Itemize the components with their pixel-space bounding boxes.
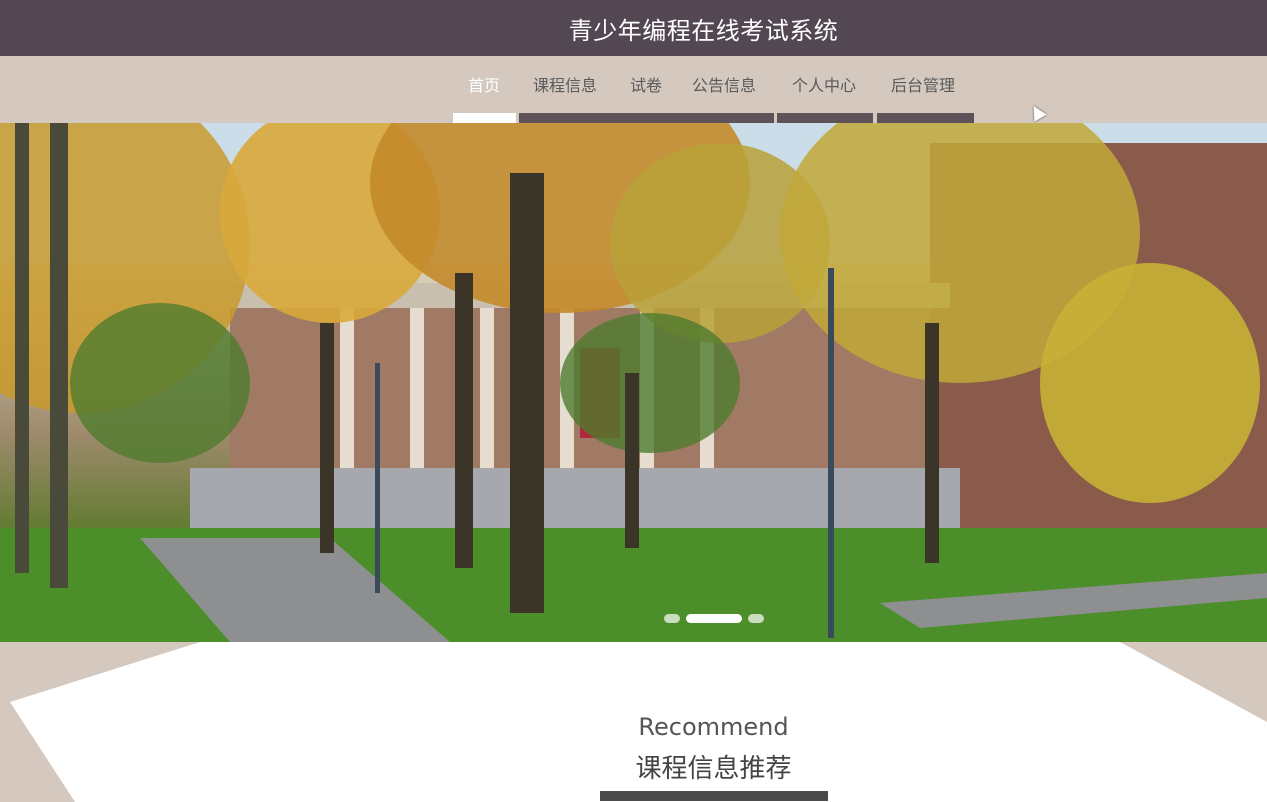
site-header: 青少年编程在线考试系统 bbox=[0, 0, 1267, 56]
nav-item-exams[interactable]: 试卷 bbox=[630, 72, 662, 96]
recommend-title-en: Recommend bbox=[638, 713, 789, 741]
nav-item-home[interactable]: 首页 bbox=[468, 72, 500, 96]
nav-indicator-admin bbox=[877, 113, 974, 123]
site-title: 青少年编程在线考试系统 bbox=[568, 16, 839, 45]
nav-item-notices[interactable]: 公告信息 bbox=[692, 72, 756, 96]
banner-carousel[interactable] bbox=[0, 123, 1267, 642]
nav-item-profile[interactable]: 个人中心 bbox=[792, 72, 856, 96]
recommend-underline bbox=[600, 791, 828, 801]
banner-image bbox=[0, 123, 1267, 642]
nav-item-admin[interactable]: 后台管理 bbox=[891, 72, 955, 96]
carousel-dot-1[interactable] bbox=[664, 614, 680, 623]
nav-indicator-home bbox=[453, 113, 516, 123]
carousel-dot-3[interactable] bbox=[748, 614, 764, 623]
main-nav: 首页 课程信息 试卷 公告信息 个人中心 后台管理 bbox=[0, 56, 1267, 123]
carousel-indicators bbox=[0, 614, 1267, 626]
nav-indicator-profile bbox=[777, 113, 873, 123]
nav-indicator-courses-exams-notices bbox=[519, 113, 774, 123]
recommend-title-zh: 课程信息推荐 bbox=[635, 754, 792, 784]
nav-item-courses[interactable]: 课程信息 bbox=[533, 72, 597, 96]
carousel-dot-2[interactable] bbox=[686, 614, 742, 623]
